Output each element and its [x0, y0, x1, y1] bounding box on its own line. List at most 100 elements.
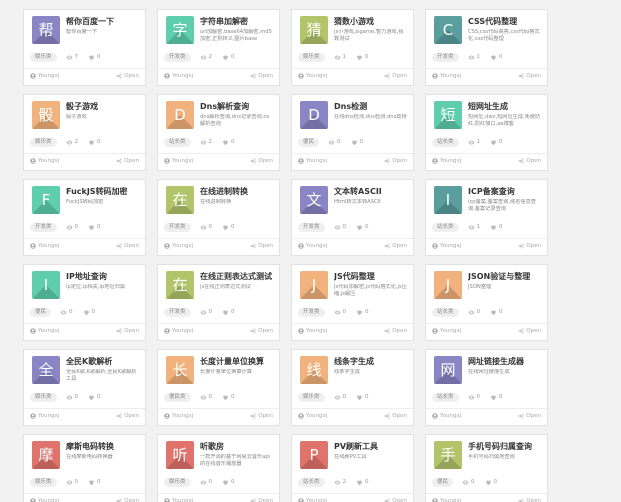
category-tag[interactable]: 便民类	[164, 392, 191, 402]
category-tag[interactable]: 站长类	[432, 392, 459, 402]
open-link[interactable]: Open	[250, 243, 273, 249]
card-author[interactable]: Youngxj	[298, 158, 327, 164]
tool-card[interactable]: 文 文本转ASCII Html转文本转ASCII 开发类 0 0 Youngxj…	[291, 179, 414, 256]
card-author[interactable]: Youngxj	[298, 328, 327, 334]
card-author[interactable]: Youngxj	[298, 243, 327, 249]
likes-stat[interactable]: 0	[356, 54, 369, 61]
category-tag[interactable]: 开发类	[164, 52, 191, 62]
open-link[interactable]: Open	[384, 243, 407, 249]
category-tag[interactable]: 开发类	[298, 307, 325, 317]
category-tag[interactable]: 开发类	[298, 222, 325, 232]
open-link[interactable]: Open	[384, 498, 407, 502]
card-author[interactable]: Youngxj	[164, 328, 193, 334]
card-author[interactable]: Youngxj	[30, 413, 59, 419]
likes-stat[interactable]: 0	[88, 224, 101, 231]
open-link[interactable]: Open	[116, 243, 139, 249]
open-link[interactable]: Open	[518, 243, 541, 249]
card-title[interactable]: 猜数小游戏	[334, 16, 409, 27]
open-link[interactable]: Open	[250, 158, 273, 164]
card-title[interactable]: 在线正则表达式测试	[200, 271, 275, 282]
open-link[interactable]: Open	[116, 73, 139, 79]
card-author[interactable]: Youngxj	[164, 413, 193, 419]
card-author[interactable]: Youngxj	[30, 158, 59, 164]
category-tag[interactable]: 站长类	[432, 222, 459, 232]
category-tag[interactable]: 娱乐类	[30, 477, 57, 487]
tool-card[interactable]: I ICP备案查询 icp备案,备案查询,域名信息查询,备案记录查询 站长类 1…	[425, 179, 548, 256]
open-link[interactable]: Open	[518, 413, 541, 419]
likes-stat[interactable]: 0	[88, 54, 101, 61]
tool-card[interactable]: 字 字符串加解密 url加解密,base64加解密,md5加密,正则转义,图片b…	[157, 9, 280, 86]
likes-stat[interactable]: 0	[490, 224, 503, 231]
category-tag[interactable]: 娱乐类	[30, 137, 57, 147]
card-title[interactable]: 在线进制转换	[200, 186, 275, 197]
tool-card[interactable]: J JS代码整理 Js代码加解密,js代码格式化,js压缩,js解压 开发类 0…	[291, 264, 414, 341]
likes-stat[interactable]: 0	[222, 479, 235, 486]
open-link[interactable]: Open	[518, 73, 541, 79]
open-link[interactable]: Open	[116, 498, 139, 502]
open-link[interactable]: Open	[384, 328, 407, 334]
likes-stat[interactable]: 0	[490, 394, 503, 401]
card-author[interactable]: Youngxj	[164, 498, 193, 502]
likes-stat[interactable]: 0	[222, 309, 235, 316]
category-tag[interactable]: 开发类	[432, 52, 459, 62]
category-tag[interactable]: 开发类	[164, 307, 191, 317]
category-tag[interactable]: 开发类	[164, 222, 191, 232]
open-link[interactable]: Open	[250, 328, 273, 334]
category-tag[interactable]: 便民	[298, 137, 320, 147]
open-link[interactable]: Open	[518, 158, 541, 164]
likes-stat[interactable]: 0	[490, 139, 503, 146]
open-link[interactable]: Open	[116, 413, 139, 419]
card-author[interactable]: Youngxj	[432, 158, 461, 164]
card-author[interactable]: Youngxj	[298, 413, 327, 419]
category-tag[interactable]: 娱乐类	[164, 477, 191, 487]
tool-card[interactable]: 在 在线正则表达式测试 js在线正则表达式测试 开发类 0 0 Youngxj …	[157, 264, 280, 341]
tool-card[interactable]: 帮 帮你百度一下 帮你百度一下 娱乐类 7 0 Youngxj Open	[23, 9, 146, 86]
likes-stat[interactable]: 0	[485, 479, 497, 486]
card-title[interactable]: PV刷新工具	[334, 441, 409, 452]
card-title[interactable]: 文本转ASCII	[334, 186, 409, 197]
card-title[interactable]: 全民K歌解析	[66, 356, 141, 367]
card-author[interactable]: Youngxj	[30, 73, 59, 79]
card-title[interactable]: CSS代码整理	[468, 16, 543, 27]
card-author[interactable]: Youngxj	[164, 158, 193, 164]
likes-stat[interactable]: 0	[351, 139, 363, 146]
card-title[interactable]: 听歌房	[200, 441, 275, 452]
category-tag[interactable]: 便民	[432, 477, 454, 487]
card-title[interactable]: 帮你百度一下	[66, 16, 141, 27]
card-author[interactable]: Youngxj	[164, 73, 193, 79]
category-tag[interactable]: 站长类	[432, 137, 459, 147]
category-tag[interactable]: 娱乐类	[298, 392, 325, 402]
likes-stat[interactable]: 0	[88, 479, 101, 486]
card-title[interactable]: 手机号码归属查询	[468, 441, 543, 452]
tool-card[interactable]: 骰 骰子游戏 骰子游戏 娱乐类 2 0 Youngxj Open	[23, 94, 146, 171]
category-tag[interactable]: 娱乐类	[30, 52, 57, 62]
tool-card[interactable]: 摩 摩斯电码转换 在线摩斯电码转换器 娱乐类 0 0 Youngxj Open	[23, 434, 146, 502]
likes-stat[interactable]: 0	[88, 394, 101, 401]
tool-card[interactable]: P PV刷新工具 在线刷PV工具 站长类 2 0 Youngxj Open	[291, 434, 414, 502]
open-link[interactable]: Open	[250, 413, 273, 419]
card-author[interactable]: Youngxj	[298, 498, 327, 502]
card-title[interactable]: FuckJS转码加密	[66, 186, 141, 197]
category-tag[interactable]: 开发类	[30, 222, 57, 232]
card-author[interactable]: Youngxj	[432, 243, 461, 249]
tool-card[interactable]: 长 长度计量单位换算 长度计量单位换算计算 便民类 0 0 Youngxj Op…	[157, 349, 280, 426]
card-title[interactable]: JSON验证与整理	[468, 271, 543, 282]
card-title[interactable]: JS代码整理	[334, 271, 409, 282]
open-link[interactable]: Open	[384, 158, 407, 164]
card-title[interactable]: IP地址查询	[66, 271, 141, 282]
open-link[interactable]: Open	[250, 73, 273, 79]
category-tag[interactable]: 站长类	[432, 307, 459, 317]
open-link[interactable]: Open	[518, 498, 541, 502]
likes-stat[interactable]: 0	[490, 54, 503, 61]
card-author[interactable]: Youngxj	[432, 328, 461, 334]
tool-card[interactable]: C CSS代码整理 CSS,css代码高亮,css代码格式化,css代码整理 开…	[425, 9, 548, 86]
tool-card[interactable]: D Dns解析查询 dns解析查询,dns记录查询,ns解析查询 站长类 2 0…	[157, 94, 280, 171]
card-title[interactable]: Dns检测	[334, 101, 409, 112]
card-author[interactable]: Youngxj	[30, 328, 59, 334]
tool-card[interactable]: 在 在线进制转换 在线进制转换 开发类 0 0 Youngxj Open	[157, 179, 280, 256]
card-author[interactable]: Youngxj	[432, 413, 461, 419]
tool-card[interactable]: 猜 猜数小游戏 js小游戏,jsgame,智力游戏,猜数测试 娱乐类 1 0 Y…	[291, 9, 414, 86]
open-link[interactable]: Open	[116, 328, 139, 334]
likes-stat[interactable]: 0	[356, 479, 369, 486]
category-tag[interactable]: 站长类	[298, 477, 325, 487]
